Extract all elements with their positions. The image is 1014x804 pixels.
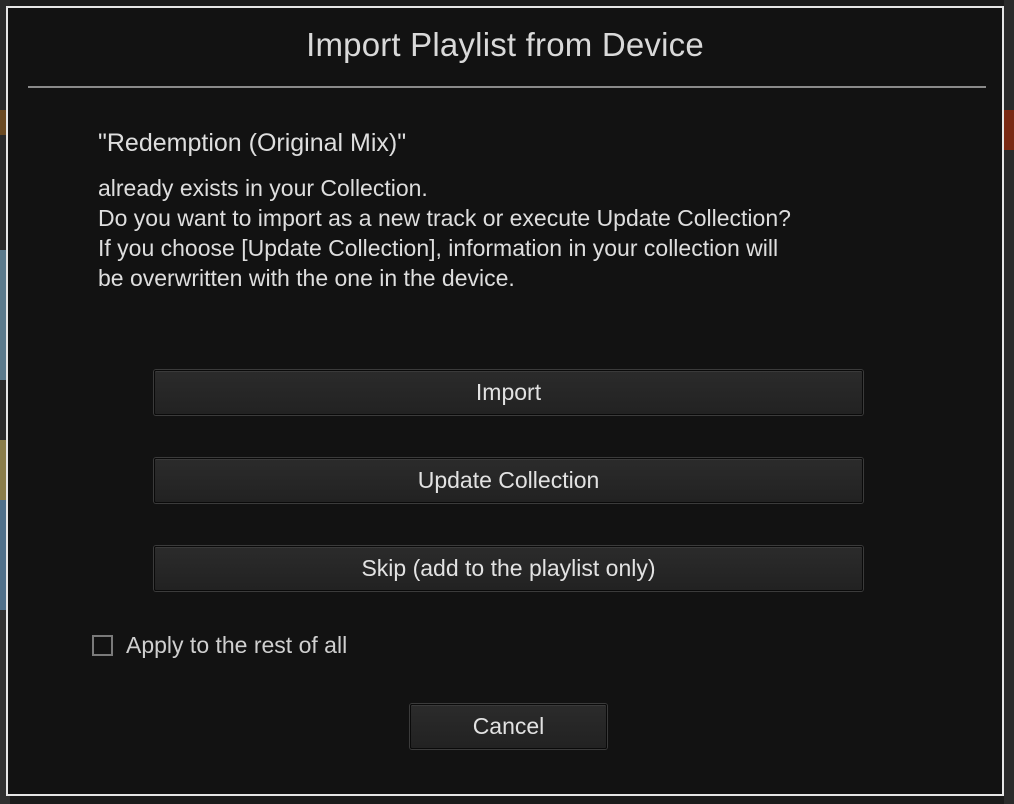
import-playlist-dialog: Import Playlist from Device "Redemption …: [6, 6, 1004, 796]
track-name: "Redemption (Original Mix)": [98, 129, 407, 157]
dialog-title: Import Playlist from Device: [306, 26, 704, 63]
import-button[interactable]: Import: [154, 370, 863, 415]
message-line: be overwritten with the one in the devic…: [98, 265, 515, 291]
skip-button[interactable]: Skip (add to the playlist only): [154, 546, 863, 591]
dialog-message: already exists in your Collection. Do yo…: [98, 173, 958, 293]
cancel-button[interactable]: Cancel: [410, 704, 607, 749]
title-divider: [28, 86, 986, 88]
message-line: Do you want to import as a new track or …: [98, 205, 791, 231]
apply-to-all-checkbox[interactable]: [92, 635, 113, 656]
apply-to-all-option[interactable]: Apply to the rest of all: [92, 632, 347, 659]
message-line: If you choose [Update Collection], infor…: [98, 235, 779, 261]
apply-to-all-label: Apply to the rest of all: [126, 632, 348, 658]
update-collection-button[interactable]: Update Collection: [154, 458, 863, 503]
message-line: already exists in your Collection.: [98, 175, 428, 201]
background-app-right-edge: [1004, 0, 1014, 804]
